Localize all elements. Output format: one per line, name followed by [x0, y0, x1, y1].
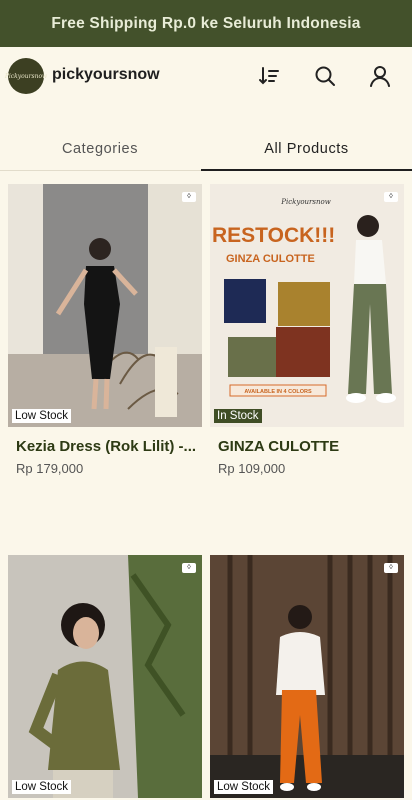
- product-image[interactable]: Pickyoursnow RESTOCK!!! GINZA CULOTTE AV…: [210, 184, 404, 427]
- sort-icon[interactable]: [256, 63, 282, 89]
- product-card[interactable]: ◊ Low Stock: [210, 555, 404, 798]
- tab-categories[interactable]: Categories: [0, 127, 200, 170]
- product-image[interactable]: ◊ Low Stock: [8, 184, 202, 427]
- stock-badge: Low Stock: [12, 780, 72, 794]
- product-card[interactable]: ◊ Low Stock Kezia Dress (Rok Lilit) -...…: [8, 184, 202, 484]
- promo-text: Free Shipping Rp.0 ke Seluruh Indonesia: [51, 14, 361, 32]
- brand-name[interactable]: pickyoursnow: [52, 66, 160, 84]
- variant-icon: ◊: [384, 563, 398, 573]
- tab-all-products[interactable]: All Products: [201, 127, 412, 170]
- promo-banner: Free Shipping Rp.0 ke Seluruh Indonesia: [0, 0, 412, 47]
- search-icon[interactable]: [312, 63, 338, 89]
- product-name[interactable]: GINZA CULOTTE: [218, 438, 402, 455]
- product-image[interactable]: ◊ Low Stock: [8, 555, 202, 798]
- variant-icon: ◊: [182, 192, 196, 202]
- stock-badge: In Stock: [214, 409, 262, 423]
- logo-text: Pickyoursnow: [4, 72, 48, 80]
- app-header: Pickyoursnow pickyoursnow: [0, 47, 412, 105]
- user-icon[interactable]: [367, 63, 393, 89]
- product-price: Rp 109,000: [218, 461, 286, 476]
- product-image[interactable]: ◊ Low Stock: [210, 555, 404, 798]
- image-subheadline: GINZA CULOTTE: [226, 253, 315, 265]
- variant-icon: ◊: [182, 563, 196, 573]
- tab-bar: Categories All Products: [0, 127, 412, 172]
- product-price: Rp 179,000: [16, 461, 84, 476]
- stock-badge: Low Stock: [214, 780, 274, 794]
- image-note: AVAILABLE IN 4 COLORS: [244, 389, 312, 395]
- product-card[interactable]: Pickyoursnow RESTOCK!!! GINZA CULOTTE AV…: [210, 184, 404, 484]
- stock-badge: Low Stock: [12, 409, 72, 423]
- product-card[interactable]: ◊ Low Stock: [8, 555, 202, 798]
- product-name[interactable]: Kezia Dress (Rok Lilit) -...: [16, 438, 200, 455]
- image-brand-text: Pickyoursnow: [280, 198, 330, 206]
- image-headline: RESTOCK!!!: [212, 224, 335, 247]
- active-tab-indicator: [201, 169, 412, 171]
- brand-logo[interactable]: Pickyoursnow: [4, 58, 48, 94]
- variant-icon: ◊: [384, 192, 398, 202]
